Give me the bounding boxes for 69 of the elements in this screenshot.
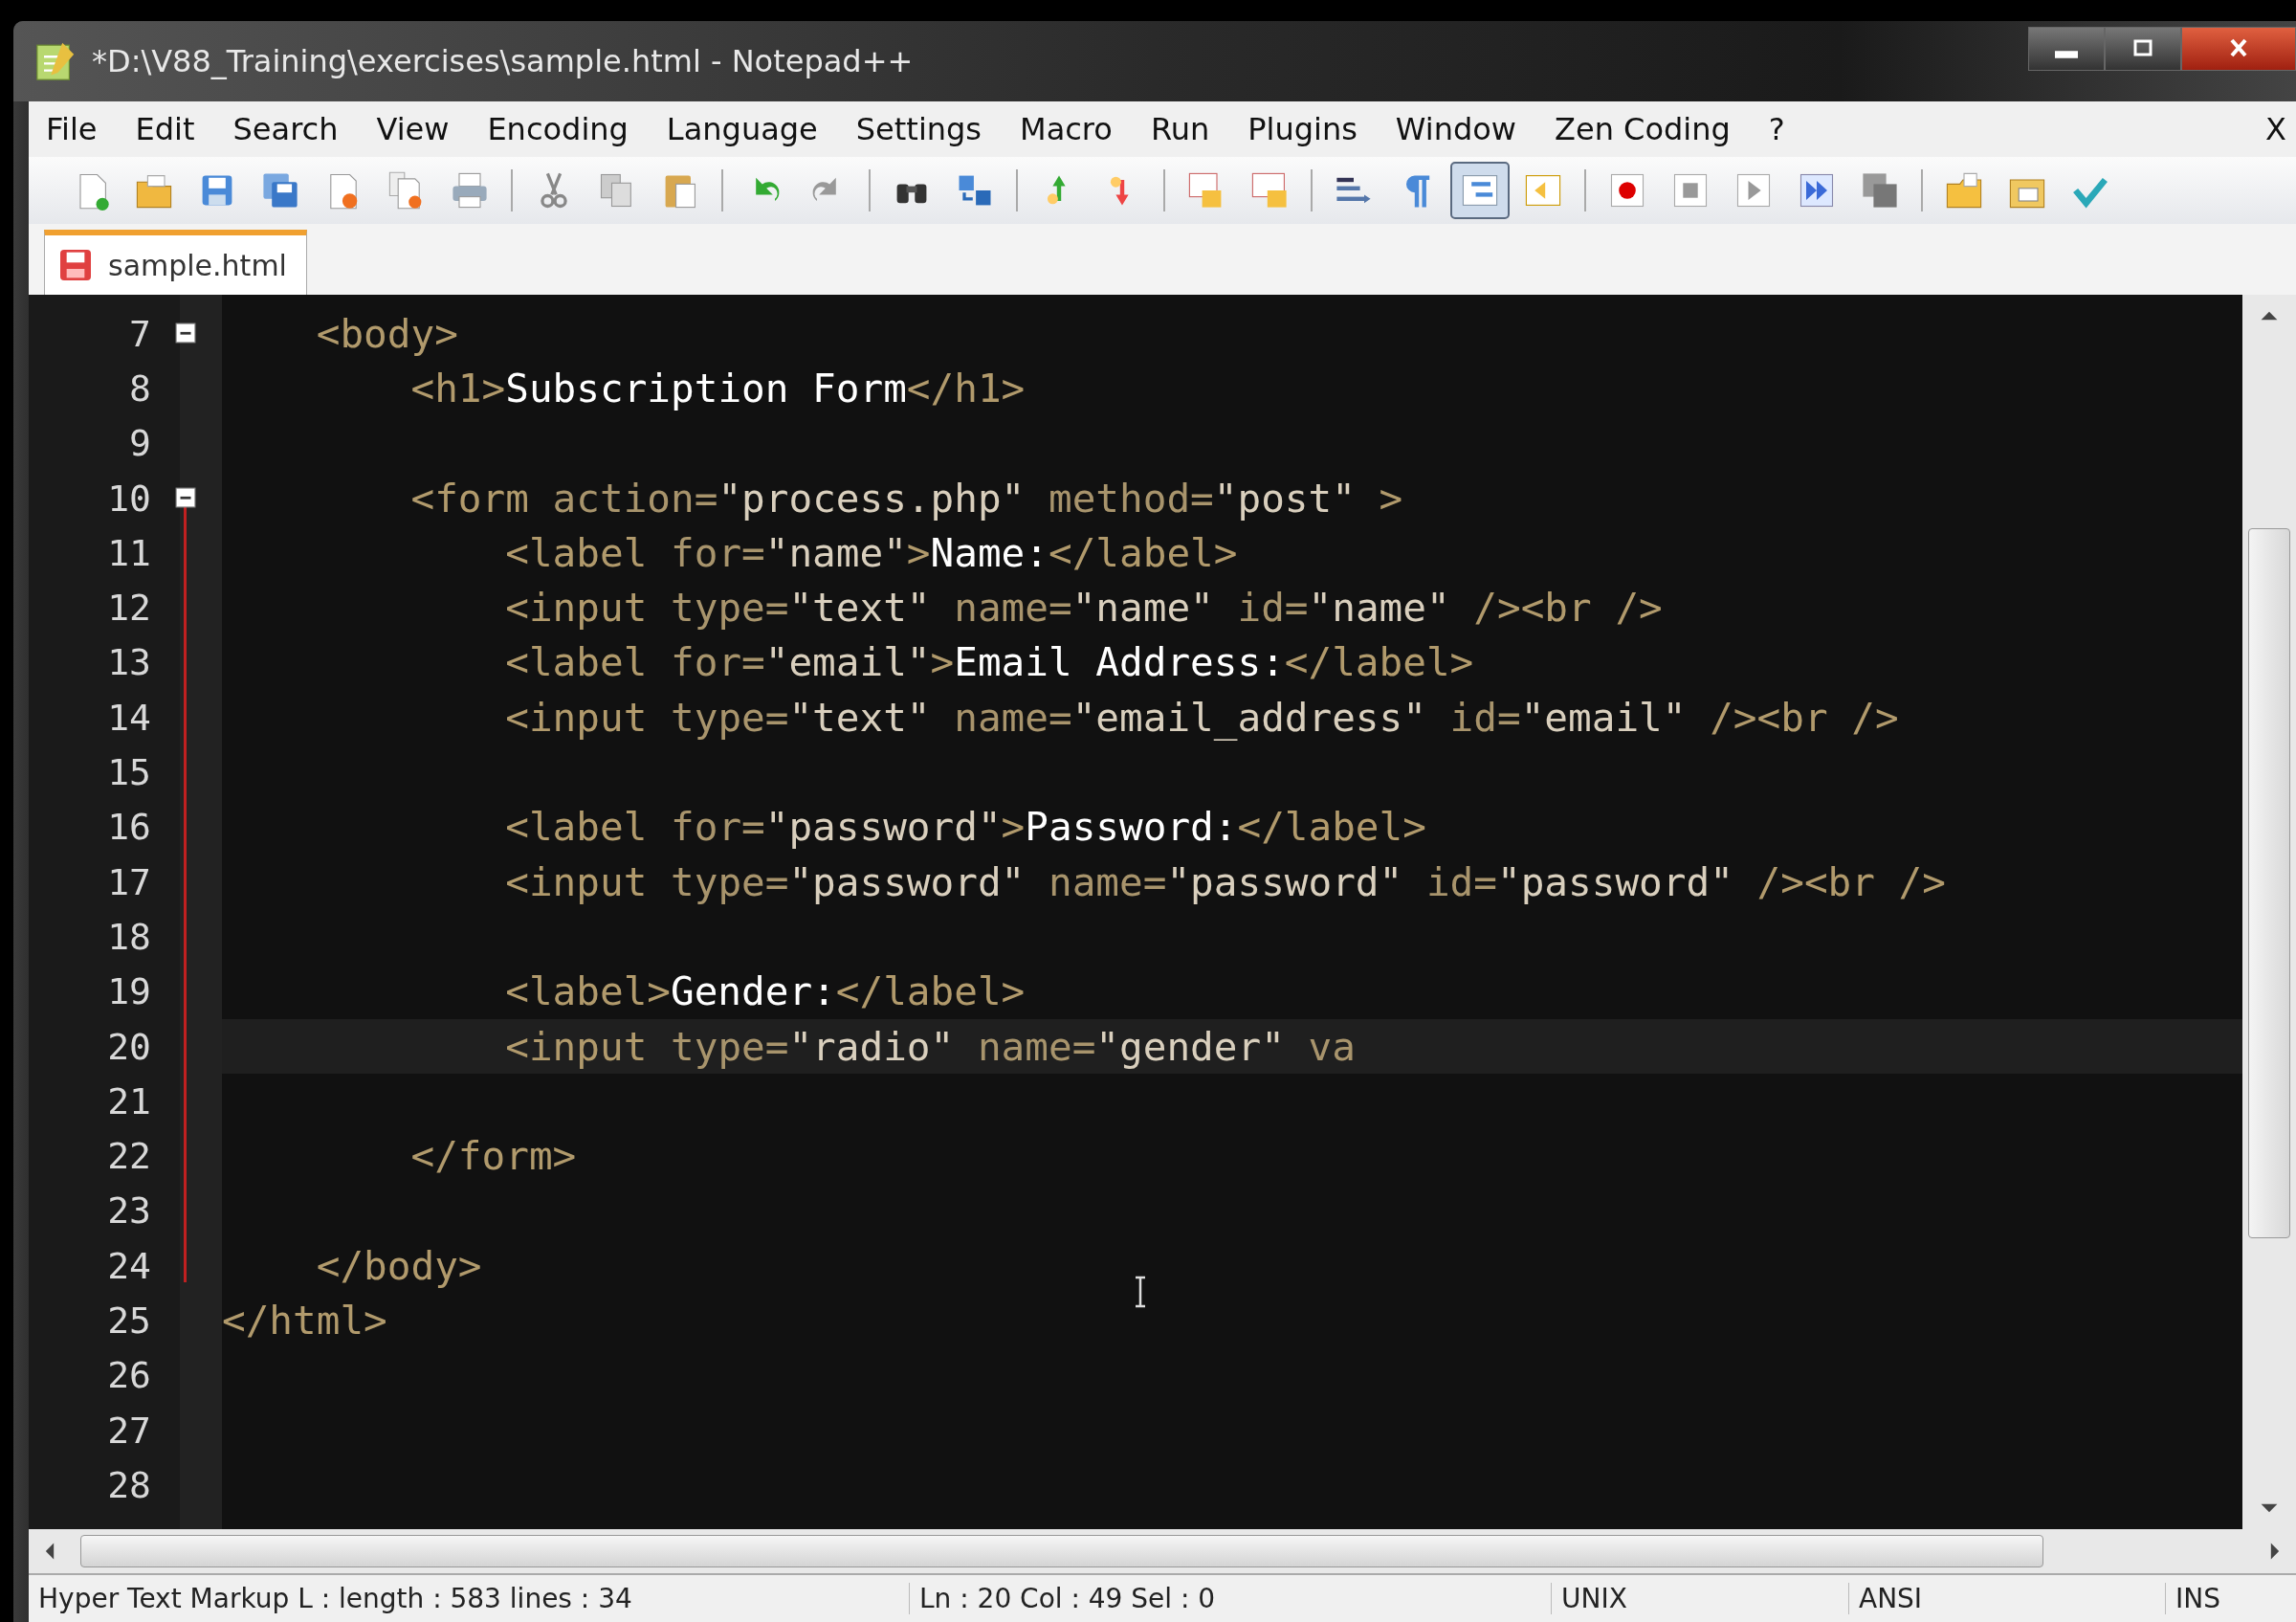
code-line: </html> <box>222 1298 387 1344</box>
line-number: 26 <box>106 1354 151 1397</box>
line-number: 14 <box>106 696 151 739</box>
status-text: INS <box>2175 1583 2221 1614</box>
line-number: 13 <box>106 641 151 684</box>
code-line: </form> <box>409 1133 577 1180</box>
menu-item[interactable]: Edit <box>135 111 195 147</box>
line-number: 23 <box>106 1189 151 1233</box>
text-cursor-icon <box>1134 1276 1147 1308</box>
status-text: Ln : 20 Col : 49 Sel : 0 <box>910 1583 1552 1614</box>
status-text: UNIX <box>1552 1583 1849 1614</box>
line-number: 17 <box>106 860 151 903</box>
line-number: 7 <box>128 312 151 355</box>
minimize-icon <box>2055 51 2078 58</box>
code-line: <body> <box>315 310 458 357</box>
line-number: 22 <box>106 1135 151 1178</box>
file-tab[interactable]: sample.html <box>44 230 307 295</box>
menu-item[interactable]: Search <box>232 111 339 147</box>
scroll-thumb[interactable] <box>2248 528 2290 1238</box>
code-line: <form action="process.php" method="post" > <box>409 475 1403 522</box>
code-line: <input type="text" name="email_address" id="email" /><br /> <box>504 694 1899 741</box>
line-number: 10 <box>106 477 151 520</box>
line-number: 18 <box>106 915 151 958</box>
menu-item[interactable]: Zen Coding <box>1555 111 1731 147</box>
line-number: 15 <box>106 751 151 793</box>
code-line: <label for="name">Name:</label> <box>504 529 1238 576</box>
menu-item[interactable]: ? <box>1768 111 1785 147</box>
menu-item[interactable]: Settings <box>855 111 982 147</box>
menu-item[interactable]: Language <box>666 111 818 147</box>
line-number: 28 <box>106 1463 151 1506</box>
line-number: 12 <box>106 587 151 630</box>
horizontal-scrollbar[interactable] <box>29 1529 2296 1573</box>
scroll-thumb[interactable] <box>80 1535 2043 1567</box>
minimize-button[interactable] <box>2028 27 2105 71</box>
line-number: 27 <box>106 1409 151 1452</box>
line-number: 16 <box>106 806 151 849</box>
menu-item[interactable]: Plugins <box>1247 111 1358 147</box>
menu-item[interactable]: Window <box>1395 111 1517 147</box>
menu-item[interactable]: Encoding <box>487 111 629 147</box>
menu-item[interactable]: File <box>46 111 98 147</box>
code-line: <input type="password" name="password" id="password" /><br /> <box>504 858 1946 905</box>
line-number: 20 <box>106 1025 151 1068</box>
status-text: ANSI <box>1849 1583 2166 1614</box>
window-title: *D:\V88_Training\exercises\sample.html - Notepad++ <box>92 43 915 79</box>
code-line: <label for="password">Password:</label> <box>504 804 1426 851</box>
code-line: <label>Gender:</label> <box>504 968 1026 1015</box>
status-text: Hyper Text Markup L : length : 583 lines : 34 <box>29 1583 910 1614</box>
line-number: 24 <box>106 1244 151 1287</box>
line-number: 25 <box>106 1300 151 1342</box>
toolbar-button[interactable] <box>1450 162 1510 219</box>
code-line: <h1>Subscription Form</h1> <box>409 365 1026 411</box>
menu-item[interactable]: Run <box>1150 111 1210 147</box>
collapse-icon[interactable] <box>175 322 196 344</box>
vertical-scrollbar[interactable] <box>2242 295 2296 1529</box>
menu-item[interactable]: Macro <box>1020 111 1113 147</box>
maximize-button[interactable] <box>2105 27 2181 71</box>
code-line: </body> <box>315 1242 482 1289</box>
code-line: <input type="radio" name="gender" va <box>504 1023 1356 1070</box>
close-button[interactable] <box>2181 27 2296 71</box>
collapse-icon[interactable] <box>175 486 196 508</box>
line-number: 8 <box>128 367 151 410</box>
menu-item[interactable]: View <box>376 111 450 147</box>
line-number: 19 <box>106 970 151 1013</box>
code-line: <label for="email">Email Address:</label> <box>504 639 1474 686</box>
close-document-button[interactable]: X <box>2265 111 2286 147</box>
line-number: 21 <box>106 1079 151 1122</box>
code-line: <input type="text" name="name" id="name" /><br /> <box>504 585 1663 632</box>
line-number: 9 <box>128 422 151 465</box>
line-number: 11 <box>106 531 151 574</box>
